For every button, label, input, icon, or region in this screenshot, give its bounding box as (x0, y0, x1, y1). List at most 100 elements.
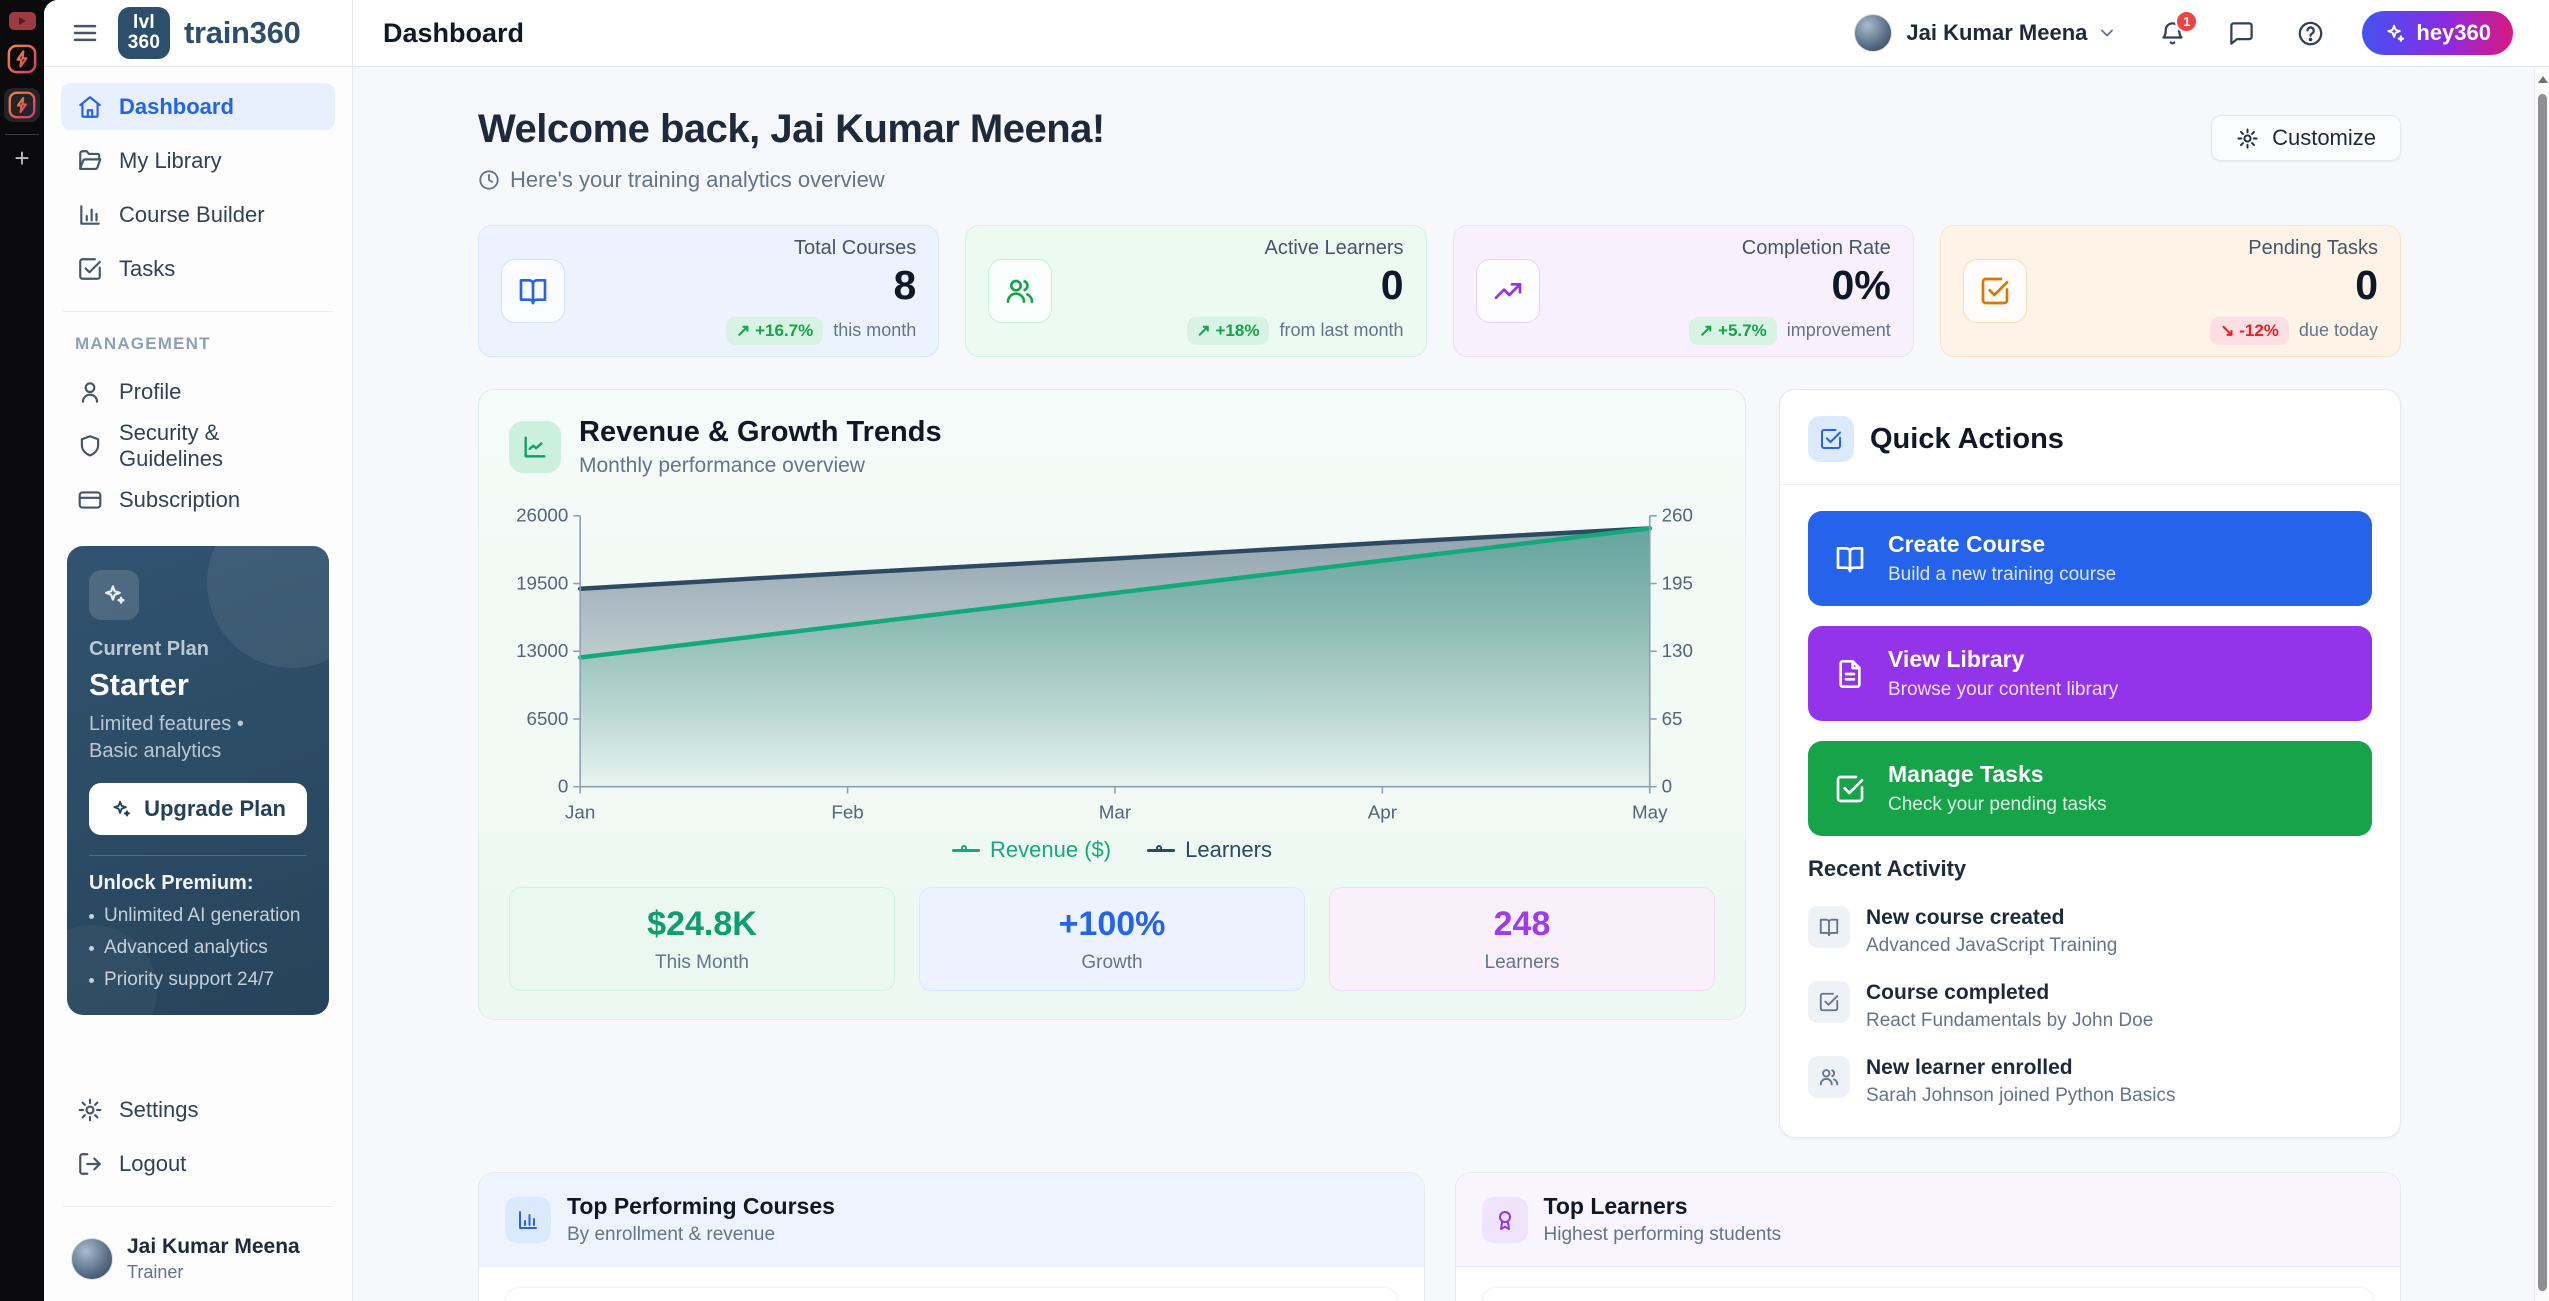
scroll-up-arrow-icon[interactable] (2538, 76, 2548, 83)
svg-text:Feb: Feb (831, 801, 863, 822)
trend-badge: ↗ +18% (1187, 317, 1270, 345)
sidebar-item-label: Course Builder (119, 202, 265, 228)
svg-text:26000: 26000 (516, 505, 568, 526)
user-avatar (71, 1238, 113, 1280)
upgrade-plan-button[interactable]: Upgrade Plan (89, 783, 307, 835)
plan-feature-label: Priority support 24/7 (104, 969, 274, 991)
top-performing-courses-card: Top Performing Courses By enrollment & r… (478, 1172, 1425, 1301)
plan-description: Limited features • Basic analytics (89, 711, 289, 765)
svg-text:130: 130 (1662, 640, 1693, 661)
dock-add-button[interactable]: + (14, 145, 29, 171)
stat-value: 8 (893, 263, 916, 308)
page-title: Dashboard (383, 18, 524, 49)
stat-label: Pending Tasks (2248, 237, 2378, 260)
activity-item: New learner enrolled Sarah Johnson joine… (1808, 1056, 2372, 1107)
course-row: 1 React Fundamentals 89 students $4450 9… (505, 1287, 1398, 1301)
brand-logo: lvl 360 (118, 7, 170, 59)
summary-learners: 248 Learners (1329, 887, 1715, 991)
main-content: Welcome back, Jai Kumar Meena! Here's yo… (353, 67, 2549, 1301)
trend-badge: ↘ -12% (2210, 317, 2289, 345)
top-courses-subtitle: By enrollment & revenue (567, 1224, 835, 1246)
topbar: lvl 360 train360 Dashboard Jai Kumar Mee… (44, 0, 2549, 67)
customize-label: Customize (2272, 125, 2376, 151)
action-subtitle: Browse your content library (1888, 679, 2118, 701)
credit-card-icon (77, 487, 103, 513)
activity-title: Course completed (1866, 981, 2153, 1005)
legend-item-learners[interactable]: Learners (1147, 837, 1272, 863)
sidebar-user-profile[interactable]: Jai Kumar Meena Trainer (61, 1223, 335, 1283)
sidebar-item-course-builder[interactable]: Course Builder (61, 191, 335, 238)
scrollbar-thumb[interactable] (2538, 94, 2547, 1291)
sidebar-item-label: Logout (119, 1151, 186, 1177)
view-library-button[interactable]: View Library Browse your content library (1808, 626, 2372, 721)
sidebar-item-my-library[interactable]: My Library (61, 137, 335, 184)
quick-actions-title: Quick Actions (1870, 423, 2064, 456)
legend-item-revenue[interactable]: Revenue ($) (952, 837, 1111, 863)
action-title: Create Course (1888, 531, 2116, 558)
summary-label: This Month (655, 952, 749, 974)
sidebar-item-logout[interactable]: Logout (61, 1140, 335, 1187)
quick-actions-panel: Quick Actions Create Course Build a new … (1779, 389, 2401, 1138)
logo-line-2: 360 (128, 33, 161, 53)
sidebar-item-profile[interactable]: Profile (61, 368, 335, 415)
activity-title: New learner enrolled (1866, 1056, 2175, 1080)
sidebar-item-security-guidelines[interactable]: Security & Guidelines (61, 422, 335, 469)
top-learners-title: Top Learners (1544, 1193, 1782, 1220)
notification-badge: 1 (2175, 10, 2198, 33)
check-square-icon (1963, 259, 2027, 323)
plan-feature: Advanced analytics (89, 937, 307, 959)
stat-cards-row: Total Courses 8 ↗ +16.7% this month Acti… (478, 225, 2401, 357)
youtube-icon[interactable] (9, 12, 36, 30)
shield-icon (77, 433, 103, 459)
sidebar-item-label: Subscription (119, 487, 240, 513)
notifications-button[interactable]: 1 (2159, 20, 2186, 47)
top-learners-subtitle: Highest performing students (1544, 1224, 1782, 1246)
trend-up-icon: ↗ (1197, 321, 1211, 340)
svg-text:May: May (1632, 801, 1668, 822)
user-menu[interactable]: Jai Kumar Meena (1854, 14, 2117, 52)
sidebar-item-dashboard[interactable]: Dashboard (61, 83, 335, 130)
logo-line-1: lvl (133, 13, 155, 33)
quick-actions-body: Create Course Build a new training cours… (1780, 485, 2400, 1137)
svg-text:19500: 19500 (516, 572, 568, 593)
top-learners-card: Top Learners Highest performing students… (1455, 1172, 2402, 1301)
svg-text:0: 0 (558, 776, 568, 797)
action-subtitle: Check your pending tasks (1888, 794, 2107, 816)
chart-legend: Revenue ($) Learners (509, 837, 1715, 863)
plan-feature: Priority support 24/7 (89, 969, 307, 991)
plan-feature: Unlimited AI generation (89, 905, 307, 927)
sidebar-item-tasks[interactable]: Tasks (61, 245, 335, 292)
summary-growth: +100% Growth (919, 887, 1305, 991)
svg-text:13000: 13000 (516, 640, 568, 661)
customize-button[interactable]: Customize (2211, 115, 2401, 161)
stat-card-total-courses: Total Courses 8 ↗ +16.7% this month (478, 225, 939, 357)
trend-chart: 06500130001950026000065130195260JanFebMa… (509, 500, 1715, 828)
sidebar-user-role: Trainer (127, 1262, 300, 1283)
legend-label: Learners (1185, 837, 1272, 863)
sidebar: Dashboard My Library Course Builder Task… (44, 67, 353, 1301)
trend-change: -12% (2239, 321, 2279, 340)
sidebar-item-settings[interactable]: Settings (61, 1086, 335, 1133)
svg-text:195: 195 (1662, 572, 1693, 593)
trend-up-icon: ↗ (1699, 321, 1713, 340)
hey360-assistant-button[interactable]: hey360 (2362, 11, 2513, 55)
lightning-app-icon[interactable] (7, 44, 37, 74)
activity-item: New course created Advanced JavaScript T… (1808, 906, 2372, 957)
menu-icon[interactable] (70, 18, 100, 48)
lightning-app-active-icon[interactable] (4, 88, 40, 122)
svg-text:260: 260 (1662, 505, 1693, 526)
welcome-subtitle-row: Here's your training analytics overview (478, 167, 1105, 193)
sidebar-item-label: Tasks (119, 256, 175, 282)
sidebar-item-subscription[interactable]: Subscription (61, 476, 335, 523)
sparkles-icon (2384, 22, 2406, 44)
award-ribbon-icon (1482, 1197, 1528, 1243)
action-title: Manage Tasks (1888, 761, 2107, 788)
trend-change: +18% (1216, 321, 1260, 340)
trending-up-icon (1476, 259, 1540, 323)
stat-card-completion-rate: Completion Rate 0% ↗ +5.7% improvement (1453, 225, 1914, 357)
help-button[interactable] (2297, 20, 2324, 47)
create-course-button[interactable]: Create Course Build a new training cours… (1808, 511, 2372, 606)
bullet-dot (89, 978, 94, 983)
manage-tasks-button[interactable]: Manage Tasks Check your pending tasks (1808, 741, 2372, 836)
messages-button[interactable] (2228, 20, 2255, 47)
